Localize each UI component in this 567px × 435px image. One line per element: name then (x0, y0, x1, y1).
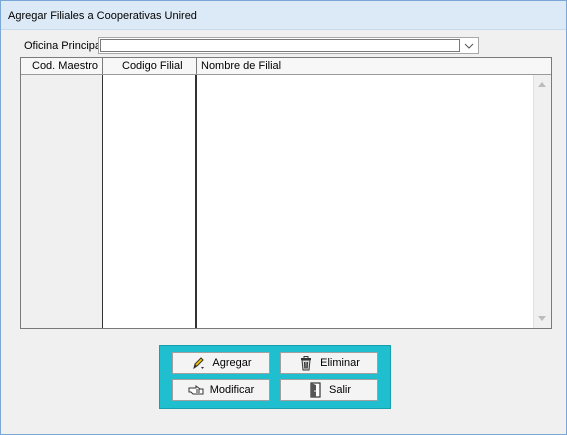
agregar-button[interactable]: Agregar (172, 352, 270, 374)
oficina-principal-combobox[interactable] (98, 37, 479, 54)
eliminar-label: Eliminar (320, 357, 360, 369)
eliminar-button[interactable]: Eliminar (280, 352, 378, 374)
scroll-up-icon[interactable] (538, 82, 546, 87)
button-panel: Agregar Eliminar Modificar Salir (159, 345, 391, 409)
title-bar: Agregar Filiales a Cooperativas Unired (1, 1, 566, 30)
column-header-codigo-filial[interactable]: Codigo Filial (103, 58, 197, 74)
column-codigo-filial[interactable] (103, 75, 197, 328)
agregar-label: Agregar (212, 357, 252, 369)
main-window: Agregar Filiales a Cooperativas Unired O… (0, 0, 567, 435)
chevron-down-icon[interactable] (461, 38, 476, 53)
oficina-principal-value[interactable] (100, 39, 460, 52)
window-title: Agregar Filiales a Cooperativas Unired (8, 10, 197, 22)
modificar-button[interactable]: Modificar (172, 379, 270, 401)
column-nombre-filial[interactable] (197, 75, 533, 328)
pencil-icon (190, 355, 206, 371)
salir-label: Salir (328, 384, 351, 396)
trash-icon (298, 355, 314, 371)
oficina-principal-label: Oficina Principal: (24, 40, 107, 52)
scroll-down-icon[interactable] (538, 316, 546, 321)
column-header-cod-maestro[interactable]: Cod. Maestro (21, 58, 103, 74)
vertical-scrollbar[interactable] (533, 75, 551, 328)
modificar-label: Modificar (209, 384, 255, 396)
door-exit-icon (307, 382, 323, 398)
column-cod-maestro[interactable] (21, 75, 103, 328)
hand-pointing-icon (188, 382, 204, 398)
filiales-grid[interactable]: Cod. Maestro Codigo Filial Nombre de Fil… (20, 57, 552, 329)
grid-header: Cod. Maestro Codigo Filial Nombre de Fil… (21, 58, 551, 75)
salir-button[interactable]: Salir (280, 379, 378, 401)
column-header-nombre-filial[interactable]: Nombre de Filial (197, 58, 551, 74)
